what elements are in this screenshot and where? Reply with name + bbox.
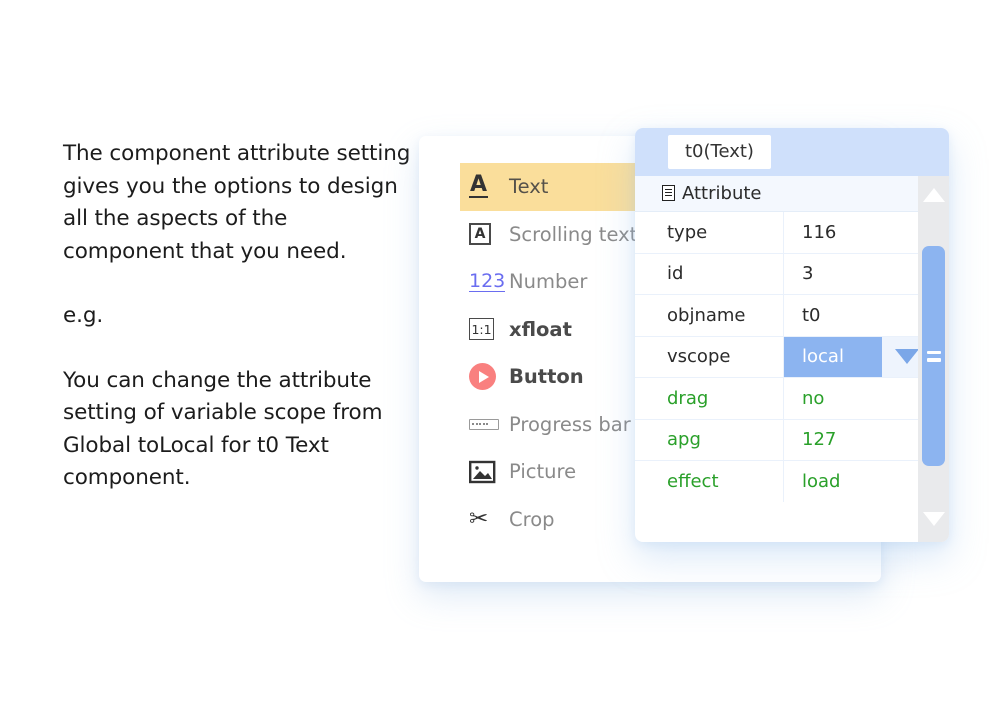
column-divider xyxy=(783,461,784,502)
letter-a-boxed-icon: A xyxy=(469,219,505,249)
attribute-row-drag[interactable]: drag no xyxy=(635,378,949,420)
vscope-select[interactable]: local xyxy=(783,336,882,377)
ratio-1-to-1-icon: 1:1 xyxy=(469,314,505,344)
attribute-row-effect[interactable]: effect load xyxy=(635,461,949,502)
component-item-label: Button xyxy=(509,365,584,389)
attribute-row-id[interactable]: id 3 xyxy=(635,253,949,295)
scrollbar-thumb[interactable] xyxy=(922,246,945,466)
column-divider xyxy=(783,253,784,294)
attribute-key: id xyxy=(667,263,684,285)
attribute-scrollbar[interactable] xyxy=(918,176,949,542)
column-divider xyxy=(783,212,784,253)
object-tab[interactable]: t0(Text) xyxy=(668,135,771,169)
attribute-row-apg[interactable]: apg 127 xyxy=(635,419,949,461)
attribute-section-title: Attribute xyxy=(682,183,762,204)
column-divider xyxy=(783,336,784,377)
component-item-label: xfloat xyxy=(509,317,572,341)
attribute-key: drag xyxy=(667,387,709,409)
attribute-row-objname[interactable]: objname t0 xyxy=(635,295,949,337)
component-item-label: Number xyxy=(509,270,588,294)
attribute-key: type xyxy=(667,221,708,243)
component-item-label: Picture xyxy=(509,460,577,484)
attribute-key: objname xyxy=(667,304,746,326)
scroll-down-arrow-icon[interactable] xyxy=(918,500,949,538)
attribute-row-vscope[interactable]: vscope local xyxy=(635,336,949,378)
column-divider xyxy=(783,419,784,460)
component-item-label: Progress bar xyxy=(509,412,631,436)
description-paragraph-1: The component attribute setting gives yo… xyxy=(63,141,411,264)
column-divider xyxy=(783,295,784,336)
play-circle-icon xyxy=(469,362,505,392)
progress-bar-icon xyxy=(469,409,505,439)
component-item-label: Crop xyxy=(509,507,555,531)
attribute-section-title-row: Attribute xyxy=(635,176,949,212)
component-item-label: Scrolling text xyxy=(509,222,638,246)
column-divider xyxy=(783,378,784,419)
description-paragraph-3: You can change the attribute setting of … xyxy=(63,367,383,491)
attribute-key: apg xyxy=(667,429,701,451)
picture-icon xyxy=(469,457,505,487)
digits-123-icon: 123 xyxy=(469,269,506,292)
description-paragraph-2: e.g. xyxy=(63,303,104,328)
attribute-row-type[interactable]: type 116 xyxy=(635,212,949,254)
description-text: The component attribute setting gives yo… xyxy=(63,138,413,495)
document-icon xyxy=(662,184,677,203)
component-item-label: Text xyxy=(509,175,549,199)
attribute-key: effect xyxy=(667,470,719,492)
letter-a-underlined-icon: A xyxy=(469,172,489,199)
attribute-key: vscope xyxy=(667,346,731,368)
scissors-icon: ✂ xyxy=(469,505,489,532)
attribute-rows: type 116 id 3 objname t0 vscope local dr… xyxy=(635,212,949,502)
attribute-panel-header: t0(Text) xyxy=(635,128,949,176)
scroll-up-arrow-icon[interactable] xyxy=(918,176,949,214)
attribute-panel: t0(Text) Attribute type 116 id 3 objname… xyxy=(635,128,949,542)
